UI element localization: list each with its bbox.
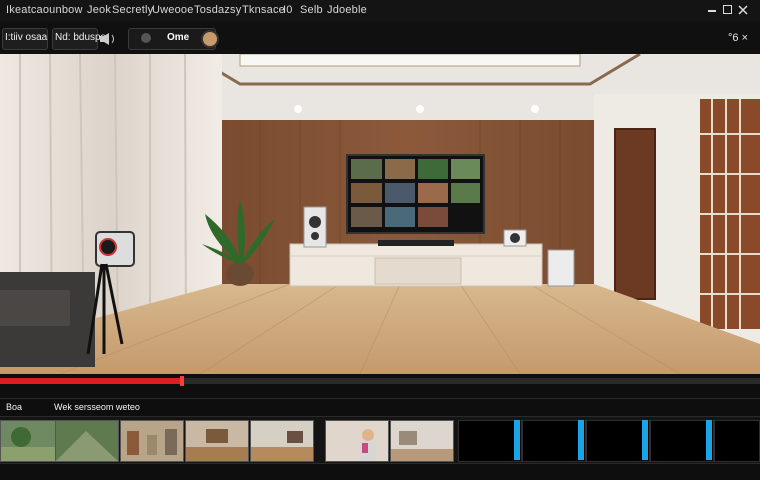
zoom-control[interactable]: °6 × xyxy=(728,32,748,44)
mode-label: Ome xyxy=(167,32,190,43)
empty-clip[interactable] xyxy=(650,420,714,462)
clip-thumbnail[interactable] xyxy=(55,420,119,462)
scene-image xyxy=(0,54,760,374)
time-ruler[interactable] xyxy=(0,388,760,399)
maximize-icon[interactable] xyxy=(723,2,733,14)
menu-item-8[interactable]: Jdoeble xyxy=(327,4,367,16)
minimize-icon[interactable] xyxy=(708,2,718,12)
clip-marker[interactable] xyxy=(642,420,648,460)
menu-item-4[interactable]: Tosdazsy xyxy=(194,4,241,16)
menu-item-2[interactable]: Secretly xyxy=(112,4,153,16)
clip-thumbnail[interactable] xyxy=(250,420,314,462)
video-preview[interactable] xyxy=(0,54,760,374)
empty-clip[interactable] xyxy=(458,420,522,462)
clip-thumbnail[interactable] xyxy=(390,420,454,462)
timeline-panel: Boa Wek sersseom weteo xyxy=(0,374,760,480)
menu-item-7[interactable]: Selb xyxy=(300,4,323,16)
track-label: Boa xyxy=(6,402,23,412)
clip-marker[interactable] xyxy=(514,420,520,460)
clip-thumbnail[interactable] xyxy=(120,420,184,462)
video-track-filmstrip[interactable] xyxy=(0,416,760,464)
menu-item-5[interactable]: Tknsace xyxy=(242,4,285,16)
close-icon[interactable] xyxy=(738,2,748,15)
empty-clip[interactable] xyxy=(522,420,586,462)
empty-clip[interactable] xyxy=(714,420,760,462)
output-label: Nd: bdusps xyxy=(55,32,106,43)
playhead-handle[interactable] xyxy=(180,376,185,386)
menu-app[interactable]: Ikeatcaounbow xyxy=(6,4,83,16)
progress-fill xyxy=(0,378,183,384)
menubar: Ikeatcaounbow Jeok Secretly Uweooe Tosda… xyxy=(0,0,760,23)
window-controls xyxy=(708,2,752,18)
menu-item-6[interactable]: I0 xyxy=(283,4,293,16)
output-field[interactable]: Nd: bdusps xyxy=(52,28,106,50)
clip-thumbnail[interactable] xyxy=(185,420,249,462)
menu-item-1[interactable]: Jeok xyxy=(87,4,111,16)
source-label: I:tiiv osaa xyxy=(5,32,48,43)
toggle-knob-icon xyxy=(141,33,151,43)
source-field[interactable]: I:tiiv osaa xyxy=(2,28,48,50)
clip-thumbnail[interactable] xyxy=(325,420,389,462)
record-button[interactable] xyxy=(201,30,219,48)
volume-icon[interactable] xyxy=(100,32,124,50)
toolbar: I:tiiv osaa Nd: bdusps Ome °6 × xyxy=(0,22,760,55)
progress-bar[interactable] xyxy=(0,376,760,386)
clip-marker[interactable] xyxy=(706,420,712,460)
empty-clip[interactable] xyxy=(586,420,650,462)
menu-item-3[interactable]: Uweooe xyxy=(152,4,194,16)
track-title: Wek sersseom weteo xyxy=(54,402,140,412)
clip-marker[interactable] xyxy=(578,420,584,460)
